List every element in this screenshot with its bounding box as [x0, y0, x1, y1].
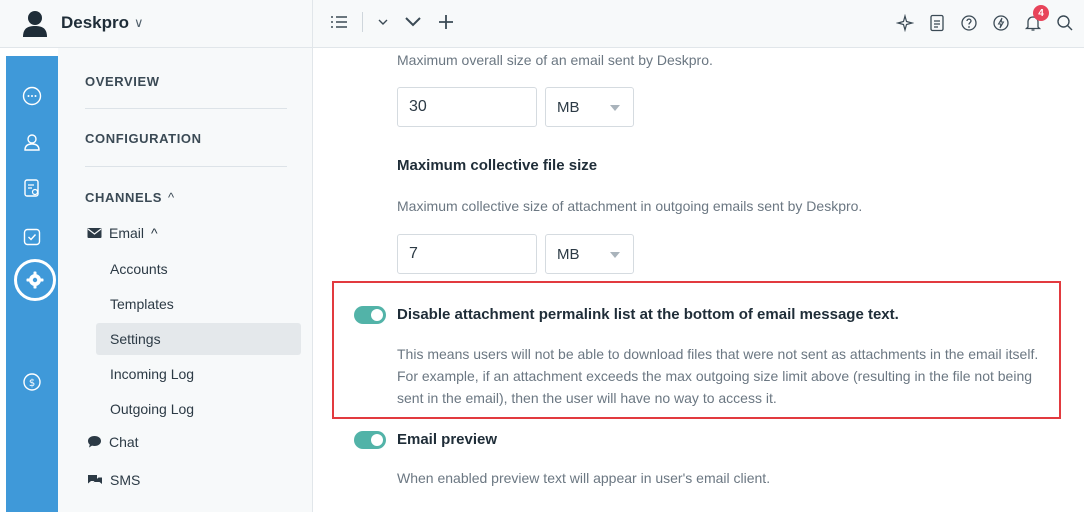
nav-configuration[interactable]: CONFIGURATION: [85, 131, 202, 146]
brand-name: Deskpro: [61, 13, 130, 32]
nav-divider: [85, 166, 287, 167]
rail-settings-icon[interactable]: [14, 259, 56, 301]
chevron-down-icon: ∨: [134, 15, 144, 30]
top-tools: [330, 12, 455, 32]
collective-size-title: Maximum collective file size: [397, 157, 598, 174]
list-icon[interactable]: [330, 14, 348, 30]
nav-item-templates[interactable]: Templates: [96, 288, 301, 320]
email-preview-toggle[interactable]: [354, 431, 386, 449]
max-overall-description: Maximum overall size of an email sent by…: [397, 52, 713, 68]
top-bar: Deskpro ∨ 4: [0, 0, 1084, 48]
sparkle-icon[interactable]: [894, 12, 916, 34]
notification-badge: 4: [1033, 5, 1049, 21]
nav-item-outgoing-log[interactable]: Outgoing Log: [96, 393, 301, 425]
permalink-option-description: This means users will not be able to dow…: [397, 346, 1039, 406]
chevron-down-icon[interactable]: [403, 12, 423, 32]
user-avatar-icon[interactable]: [22, 10, 48, 38]
nav-email-label: Email: [109, 225, 145, 241]
rail-chat-icon[interactable]: [6, 76, 58, 116]
nav-channels-label: CHANNELS: [85, 190, 163, 205]
plus-icon[interactable]: [437, 13, 455, 31]
toolbar-divider: [362, 12, 363, 32]
rail-users-icon[interactable]: [6, 122, 58, 162]
chat-bubble-icon: [88, 436, 101, 448]
nav-channels[interactable]: CHANNELS ^: [85, 190, 175, 205]
collective-size-description: Maximum collective size of attachment in…: [397, 198, 863, 214]
bolt-icon[interactable]: [990, 12, 1012, 34]
permalink-option-title: Disable attachment permalink list at the…: [397, 306, 899, 323]
nav-chat-label: Chat: [109, 434, 139, 450]
chevron-up-icon: ^: [151, 225, 158, 241]
chevron-up-icon: ^: [168, 190, 175, 205]
brand-switcher[interactable]: Deskpro ∨: [61, 13, 144, 33]
search-icon[interactable]: [1054, 12, 1076, 34]
nav-divider: [85, 108, 287, 109]
max-overall-unit-select[interactable]: MB: [545, 87, 634, 127]
nav-group-chat[interactable]: Chat: [87, 434, 139, 450]
nav-sms-label: SMS: [110, 472, 141, 488]
max-overall-size-input[interactable]: [397, 87, 537, 127]
caret-down-icon: [610, 252, 620, 258]
top-right-icons: 4: [894, 5, 1076, 34]
rail-knowledgebase-icon[interactable]: [6, 168, 58, 208]
notification-bell-icon[interactable]: 4: [1022, 5, 1049, 34]
email-preview-description: When enabled preview text will appear in…: [397, 470, 771, 486]
nav-item-settings[interactable]: Settings: [96, 323, 301, 355]
nav-overview[interactable]: OVERVIEW: [85, 74, 160, 89]
sms-icon: [88, 475, 102, 484]
brand-area: Deskpro ∨: [0, 0, 313, 48]
collective-size-input[interactable]: [397, 234, 537, 274]
settings-content: Maximum overall size of an email sent by…: [314, 48, 1084, 512]
rail-billing-icon[interactable]: $: [6, 362, 58, 402]
collective-unit-select[interactable]: MB: [545, 234, 634, 274]
nav-group-sms[interactable]: SMS: [87, 472, 140, 488]
help-icon[interactable]: [958, 12, 980, 34]
admin-nav: OVERVIEW CONFIGURATION CHANNELS ^ Email …: [58, 48, 313, 512]
document-icon[interactable]: [926, 12, 948, 34]
caret-down-icon: [610, 105, 620, 111]
permalink-toggle[interactable]: [354, 306, 386, 324]
unit-value: MB: [557, 98, 580, 116]
nav-item-incoming-log[interactable]: Incoming Log: [96, 358, 301, 390]
email-preview-title: Email preview: [397, 431, 498, 448]
rail-tasks-icon[interactable]: [6, 217, 58, 257]
unit-value: MB: [557, 245, 580, 263]
nav-group-email[interactable]: Email ^: [87, 225, 158, 241]
envelope-icon: [87, 228, 102, 238]
small-chevron-down-icon[interactable]: [377, 16, 389, 28]
nav-item-accounts[interactable]: Accounts: [96, 253, 301, 285]
svg-text:$: $: [29, 378, 35, 389]
